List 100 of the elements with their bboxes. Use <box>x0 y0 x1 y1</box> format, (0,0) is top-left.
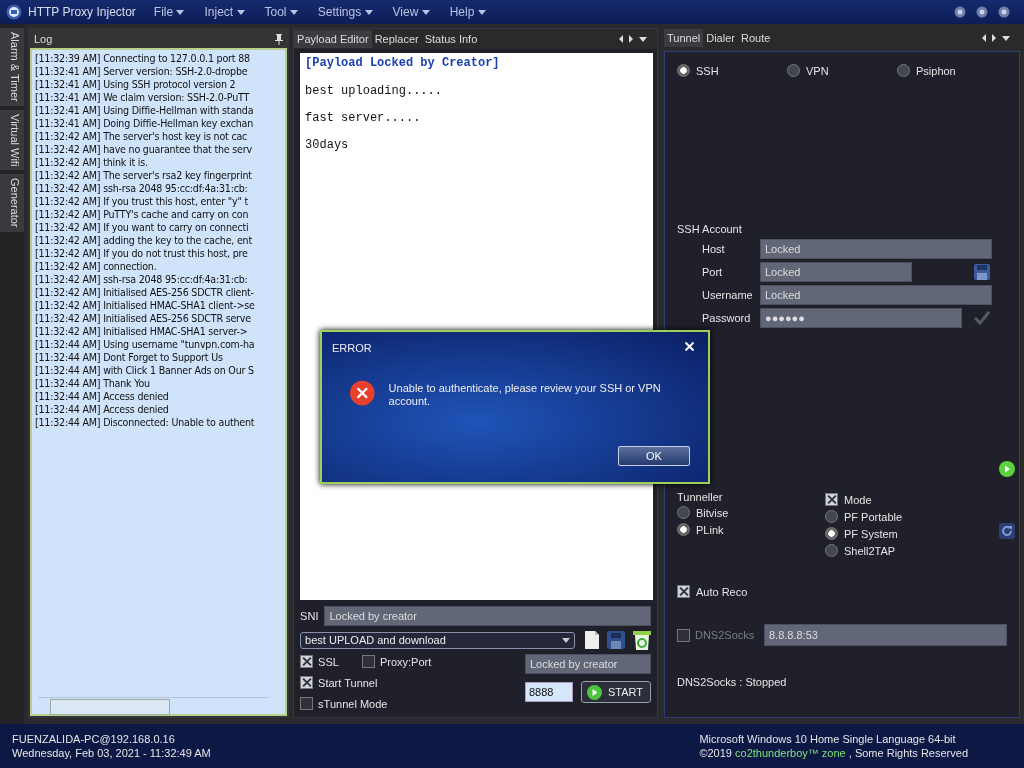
tab[interactable]: Status Info <box>421 30 481 48</box>
payload-line: 30days <box>305 138 350 152</box>
menu-item[interactable]: Settings <box>317 5 373 19</box>
log-line: [11:32:44 AM] Access denied <box>34 403 170 416</box>
proxy-field[interactable]: Locked by creator <box>525 654 651 674</box>
checkmark-icon[interactable] <box>974 310 990 325</box>
brand-link[interactable]: co2thunderboy™ zone <box>735 747 846 759</box>
log-line: [11:32:42 AM] The server's rsa2 key fingerprint <box>34 169 253 182</box>
checkbox-label: Start Tunnel <box>318 676 378 689</box>
payload-line: best uploading..... <box>305 84 443 98</box>
log-line: [11:32:44 AM] Dont Forget to Support Us <box>34 351 224 364</box>
radio-label: Shell2TAP <box>844 544 896 557</box>
log-line: [11:32:42 AM] think it is. <box>34 156 149 169</box>
sni-field[interactable]: Locked by creator <box>324 606 651 626</box>
save-icon[interactable] <box>607 631 625 649</box>
radio-button[interactable] <box>897 64 910 77</box>
radio-label: Bitvise <box>696 506 729 519</box>
tab[interactable]: Replacer <box>371 30 422 48</box>
refresh-icon[interactable] <box>999 523 1015 539</box>
window-control-icon[interactable] <box>954 6 966 18</box>
log-line: [11:32:44 AM] Access denied <box>34 390 170 403</box>
log-line: [11:32:42 AM] PuTTY's cache and carry on con <box>34 208 250 221</box>
checkbox-label: DNS2Socks <box>695 629 756 641</box>
tab[interactable]: Tunnel <box>664 29 704 47</box>
ok-button[interactable]: OK <box>618 446 690 466</box>
status-text: DNS2Socks : Stopped <box>677 676 788 688</box>
caret-icon <box>364 10 373 16</box>
panel-title: Log <box>33 33 53 45</box>
checkbox[interactable] <box>361 655 375 668</box>
save-icon[interactable] <box>974 263 990 280</box>
log-line: [11:32:41 AM] Server version: SSH-2.0-dropbe <box>34 65 249 78</box>
caret-icon <box>421 10 430 16</box>
input-field[interactable]: Locked <box>760 261 912 282</box>
error-icon <box>350 380 375 406</box>
sni-label: SNI <box>300 610 319 622</box>
log-line: [11:32:42 AM] Initialised HMAC-SHA1 server-> <box>34 325 249 338</box>
log-line: [11:32:42 AM] If you do not trust this host, pre <box>34 247 249 260</box>
checkbox-label: sTunnel Mode <box>318 697 388 710</box>
recycle-bin-icon[interactable] <box>633 630 651 650</box>
tab[interactable]: Route <box>737 29 774 47</box>
window-control-icon[interactable] <box>998 6 1010 18</box>
caret-icon <box>236 10 245 16</box>
profile-dropdown[interactable]: best UPLOAD and download <box>300 631 575 649</box>
log-line: [11:32:42 AM] Initialised AES-256 SDCTR serve <box>34 312 252 325</box>
document-icon[interactable] <box>585 631 599 649</box>
side-tab[interactable]: Virtual Wifi <box>0 109 24 171</box>
radio-button[interactable] <box>825 510 838 523</box>
checkbox[interactable] <box>677 585 690 598</box>
log-line: [11:32:41 AM] Doing Diffie-Hellman key exchan <box>34 117 255 130</box>
log-line: [11:32:42 AM] Initialised HMAC-SHA1 client->se <box>34 299 256 312</box>
checkbox[interactable] <box>300 676 314 689</box>
log-line: [11:32:42 AM] ssh-rsa 2048 95:cc:df:4a:31:cb: <box>34 182 249 195</box>
caret-icon <box>176 10 185 16</box>
log-line: [11:32:42 AM] connection. <box>34 260 158 273</box>
radio-button[interactable] <box>825 544 838 557</box>
radio-label: Psiphon <box>916 64 956 77</box>
log-line: [11:32:42 AM] If you want to carry on connecti <box>34 221 250 234</box>
radio-label: PF Portable <box>844 510 903 523</box>
menu-item[interactable]: Help <box>449 5 486 19</box>
horizontal-scrollbar[interactable] <box>37 697 270 714</box>
side-tab[interactable]: Generator <box>0 174 24 232</box>
radio-button[interactable] <box>677 523 690 536</box>
menu-item[interactable]: File <box>153 5 185 19</box>
tab[interactable]: Payload Editor <box>294 30 372 48</box>
tab[interactable]: Dialer <box>703 29 738 47</box>
input-field[interactable]: Locked <box>760 238 992 259</box>
log-line: [11:32:42 AM] ssh-rsa 2048 95:cc:df:4a:31:cb: <box>34 273 249 286</box>
checkbox-label: Auto Reco <box>696 585 748 598</box>
payload-heading: [Payload Locked by Creator] <box>305 56 501 70</box>
log-line: [11:32:41 AM] We claim version: SSH-2.0-PuTT <box>34 91 251 104</box>
checkbox[interactable] <box>300 697 314 710</box>
dns-field[interactable]: 8.8.8.8:53 <box>764 624 1007 646</box>
caret-icon <box>562 637 570 643</box>
radio-button[interactable] <box>677 64 690 77</box>
checkbox[interactable] <box>825 493 838 506</box>
input-field[interactable]: Locked <box>760 284 992 305</box>
play-icon[interactable] <box>999 461 1015 477</box>
date-time-text: Wednesday, Feb 03, 2021 - 11:32:49 AM <box>12 747 211 759</box>
window-control-icon[interactable] <box>976 6 988 18</box>
copyright-text: ©2019 <box>699 747 732 759</box>
log-line: [11:32:42 AM] If you trust this host, enter "y" t <box>34 195 249 208</box>
radio-button[interactable] <box>677 506 690 519</box>
checkbox[interactable] <box>300 655 314 668</box>
port-field[interactable]: 8888 <box>525 682 573 702</box>
menu-item[interactable]: Inject <box>204 5 245 19</box>
menu-item[interactable]: View <box>392 5 430 19</box>
field-label: Password <box>702 311 752 324</box>
input-field[interactable]: ●●●●●● <box>760 307 962 328</box>
start-button[interactable]: START <box>581 681 651 703</box>
close-icon[interactable] <box>685 342 694 351</box>
checkbox[interactable] <box>677 628 690 642</box>
radio-button[interactable] <box>787 64 800 77</box>
menu-item[interactable]: Tool <box>264 5 298 19</box>
field-label: Host <box>702 242 726 255</box>
host-text: FUENZALIDA-PC@192.168.0.16 <box>12 733 176 745</box>
log-line: [11:32:41 AM] Using SSH protocol version 2 <box>34 78 237 91</box>
log-line: [11:32:42 AM] Initialised AES-256 SDCTR client- <box>34 286 255 299</box>
radio-button[interactable] <box>825 527 838 540</box>
side-tab[interactable]: Alarm & Timer <box>0 28 24 106</box>
pin-icon[interactable] <box>275 33 284 45</box>
